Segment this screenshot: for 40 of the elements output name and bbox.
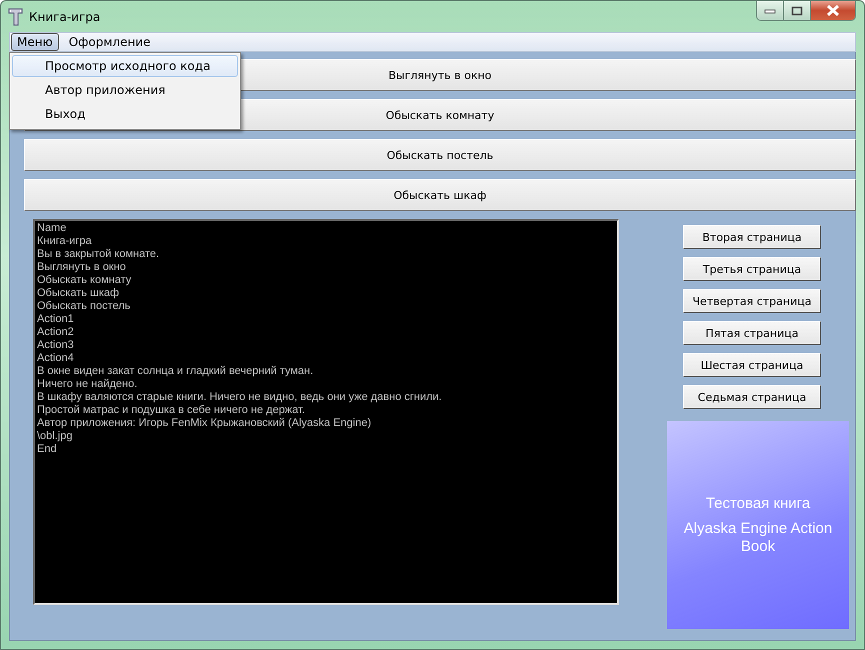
close-icon — [826, 5, 840, 16]
source-line: Обыскать шкаф — [37, 287, 120, 300]
source-line: Обыскать постель — [37, 300, 132, 313]
cover-subtitle: Alyaska Engine Action Book — [682, 520, 834, 556]
page-button[interactable]: Седьмая страница — [683, 385, 821, 409]
window-title: Книга-игра — [29, 10, 100, 24]
source-line: В шкафу валяются старые книги. Ничего не видно, ведь они уже давно сгнили. — [37, 391, 443, 404]
menu-item[interactable]: Оформление — [62, 33, 156, 51]
minimize-icon — [764, 8, 776, 14]
action-button[interactable]: Обыскать шкаф — [24, 179, 856, 211]
close-button[interactable] — [811, 1, 855, 20]
source-line: Книга-игра — [37, 235, 93, 248]
source-text-area[interactable] — [33, 219, 619, 605]
maximize-icon — [791, 6, 803, 16]
source-line: Action2 — [37, 326, 75, 339]
source-line: Обыскать комнату — [37, 274, 132, 287]
page-button[interactable]: Шестая страница — [683, 353, 821, 377]
menu-item[interactable]: Меню — [11, 33, 59, 51]
source-line: Автор приложения: Игорь FenMix Крыжановский (Alyaska Engine) — [37, 417, 372, 430]
source-line: \obl.jpg — [37, 430, 74, 443]
page-button[interactable]: Пятая страница — [683, 321, 821, 345]
source-line: End — [37, 443, 58, 456]
page-button[interactable]: Третья страница — [683, 257, 821, 281]
page-button[interactable]: Четвертая страница — [683, 289, 821, 313]
maximize-button[interactable] — [784, 1, 811, 20]
source-line: Name — [37, 222, 68, 235]
app-icon — [8, 8, 24, 26]
source-line: Простой матрас и подушка в себе ничего не держат. — [37, 404, 306, 417]
source-line: Action1 — [37, 313, 75, 326]
source-line: Ничего не найдено. — [37, 378, 138, 391]
dropdown-item[interactable]: Просмотр исходного кода — [12, 55, 238, 77]
action-button[interactable]: Обыскать постель — [24, 139, 856, 171]
source-line: Выглянуть в окно — [37, 261, 127, 274]
source-line: В окне виден закат солнца и гладкий вечерний туман. — [37, 365, 314, 378]
minimize-button[interactable] — [757, 1, 784, 20]
source-line: Action4 — [37, 352, 75, 365]
page-button[interactable]: Вторая страница — [683, 225, 821, 249]
source-line: Вы в закрытой комнате. — [37, 248, 160, 261]
source-line: Action3 — [37, 339, 75, 352]
cover-title: Тестовая книга — [706, 494, 810, 512]
